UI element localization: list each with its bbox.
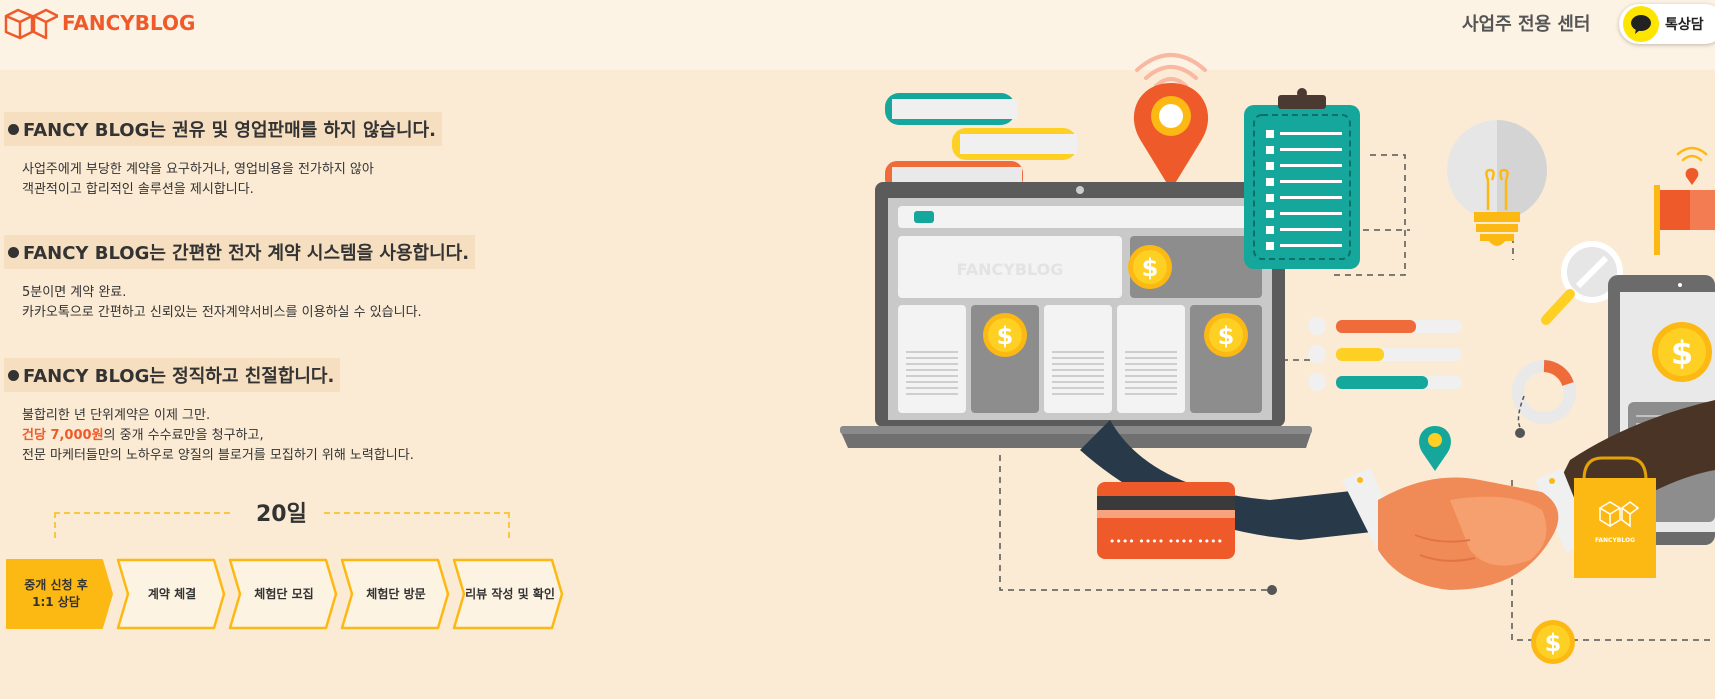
- body-line: 건당 7,000원의 중개 수수료만을 청구하고,: [22, 428, 264, 443]
- donut-chart-icon: [1512, 360, 1576, 424]
- credit-card-icon: •••• •••• •••• ••••: [1097, 482, 1235, 559]
- process-step-recruit: 체험단 모집: [228, 556, 340, 632]
- hero-illustration: FANCYBLOG $ $ $ $ •••• •••• •••• •••• FA…: [840, 53, 1715, 664]
- section-e-contract: FANCY BLOG는 간편한 전자 계약 시스템을 사용합니다. 5분이면 계…: [4, 235, 476, 323]
- process-step-visit: 체험단 방문: [340, 556, 452, 632]
- days-label: 20일: [256, 502, 307, 527]
- coin-icon: $: [1128, 245, 1172, 289]
- bullet-icon: [8, 124, 19, 135]
- process-steps: 중개 신청 후 1:1 상담 계약 체결 체험단 모집 체험단 방문 리뷰 작성 …: [4, 556, 564, 632]
- body-line: 객관적이고 합리적인 솔루션을 제시합니다.: [22, 182, 254, 197]
- logo-text: FANCYBLOG: [62, 11, 196, 35]
- process-flow: 20일 중개 신청 후 1:1 상담 계약 체결 체험단 모집 체험단 방문 리뷰…: [4, 496, 564, 636]
- process-step-contract: 계약 체결: [116, 556, 228, 632]
- bullet-icon: [8, 247, 19, 258]
- svg-text:FANCYBLOG: FANCYBLOG: [1595, 537, 1635, 544]
- coin-icon: $: [1204, 313, 1248, 357]
- logo-box-icon: [4, 8, 58, 40]
- svg-text:$: $: [1545, 629, 1562, 657]
- section-title: FANCY BLOG는 간편한 전자 계약 시스템을 사용합니다.: [4, 235, 476, 269]
- svg-text:$: $: [997, 322, 1014, 350]
- clipboard-icon: [1244, 88, 1360, 269]
- progress-bars: [1308, 317, 1462, 391]
- location-pin-icon: [1133, 83, 1209, 190]
- price-highlight: 건당 7,000원: [22, 428, 104, 443]
- screen-logo-text: FANCYBLOG: [957, 260, 1064, 279]
- bullet-icon: [8, 370, 19, 381]
- wifi-icon: [1135, 53, 1207, 88]
- books-icon: [885, 93, 1077, 191]
- section-honest: FANCY BLOG는 정직하고 친절합니다. 불합리한 년 단위계약은 이제 …: [4, 358, 414, 466]
- svg-text:$: $: [1671, 334, 1693, 372]
- body-line: 5분이면 계약 완료.: [22, 285, 127, 300]
- flag-icon: [1654, 146, 1715, 255]
- process-step-review: 리뷰 작성 및 확인: [452, 556, 566, 632]
- connector-dot: [1267, 585, 1277, 595]
- body-line: 카카오톡으로 간편하고 신뢰있는 전자계약서비스를 이용하실 수 있습니다.: [22, 305, 422, 320]
- connector-dot: [1515, 428, 1525, 438]
- location-pin-small-icon: [1419, 426, 1451, 471]
- svg-text:•••• •••• •••• ••••: •••• •••• •••• ••••: [1109, 535, 1223, 548]
- process-step-consult: 중개 신청 후 1:1 상담: [4, 556, 116, 632]
- svg-text:$: $: [1218, 322, 1235, 350]
- laptop-icon: FANCYBLOG: [840, 182, 1312, 448]
- svg-text:$: $: [1142, 254, 1159, 282]
- section-body: 5분이면 계약 완료. 카카오톡으로 간편하고 신뢰있는 전자계약서비스를 이용…: [22, 283, 475, 323]
- logo-link[interactable]: FANCYBLOG: [4, 6, 195, 40]
- body-line: 사업주에게 부당한 계약을 요구하거나, 영업비용을 전가하지 않아: [22, 162, 374, 177]
- section-no-sales: FANCY BLOG는 권유 및 영업판매를 하지 않습니다. 사업주에게 부당…: [4, 112, 442, 200]
- section-body: 불합리한 년 단위계약은 이제 그만. 건당 7,000원의 중개 수수료만을 …: [22, 406, 414, 466]
- section-body: 사업주에게 부당한 계약을 요구하거나, 영업비용을 전가하지 않아 객관적이고…: [22, 160, 442, 200]
- coin-icon: $: [1531, 620, 1575, 664]
- body-line: 불합리한 년 단위계약은 이제 그만.: [22, 408, 211, 423]
- section-title: FANCY BLOG는 권유 및 영업판매를 하지 않습니다.: [4, 112, 442, 146]
- section-title: FANCY BLOG는 정직하고 친절합니다.: [4, 358, 341, 392]
- coin-icon: $: [983, 313, 1027, 357]
- lightbulb-icon: [1447, 120, 1547, 246]
- body-line: 전문 마케터들만의 노하우로 양질의 블로거를 모집하기 위해 노력합니다.: [22, 448, 414, 463]
